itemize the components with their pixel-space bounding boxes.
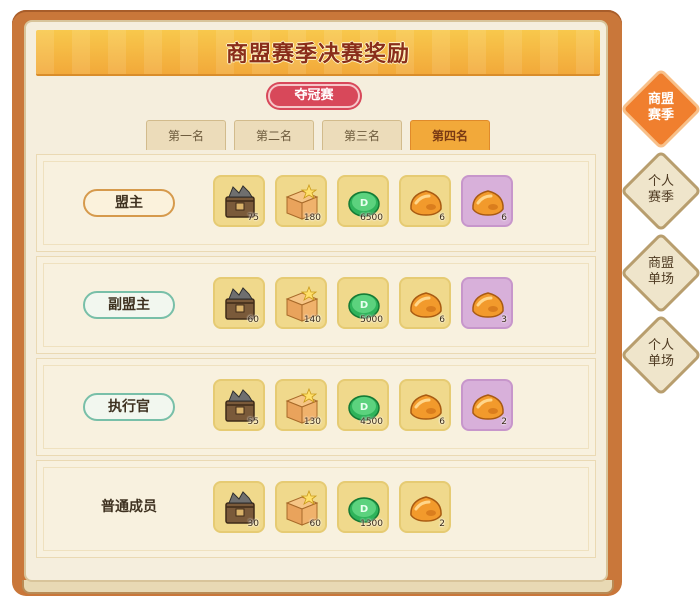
reward-row: 副盟主 60 140 D 5000 6 3 — [36, 256, 596, 354]
side-tab-alliance-season[interactable]: 商盟 赛季 — [619, 67, 700, 151]
reward-item[interactable]: 55 — [213, 379, 265, 431]
side-tab-personal-match[interactable]: 个人 单场 — [619, 313, 700, 397]
reward-quantity: 6 — [501, 213, 507, 223]
reward-quantity: 6 — [439, 417, 445, 427]
role-label: 普通成员 — [101, 499, 157, 515]
reward-item[interactable]: 2 — [461, 379, 513, 431]
reward-item[interactable]: 130 — [275, 379, 327, 431]
reward-item[interactable]: D 1300 — [337, 481, 389, 533]
reward-item[interactable]: 140 — [275, 277, 327, 329]
reward-quantity: 5000 — [360, 315, 383, 325]
svg-text:D: D — [360, 300, 368, 311]
side-tab-label-line1: 商盟 — [647, 92, 674, 107]
side-tab-label-line2: 单场 — [647, 272, 674, 287]
tab-rank-4[interactable]: 第四名 — [410, 120, 490, 150]
reward-quantity: 140 — [303, 315, 321, 325]
reward-item[interactable]: 3 — [461, 277, 513, 329]
reward-quantity: 1300 — [360, 519, 383, 529]
title-banner: 商盟赛季决赛奖励 — [36, 30, 600, 74]
reward-quantity: 75 — [247, 213, 259, 223]
svg-text:D: D — [360, 504, 368, 515]
reward-quantity: 30 — [247, 519, 259, 529]
tab-rank-2[interactable]: 第二名 — [234, 120, 314, 150]
side-tab-label-line2: 单场 — [647, 354, 674, 369]
reward-item[interactable]: 6 — [399, 277, 451, 329]
reward-item[interactable]: 60 — [213, 277, 265, 329]
reward-quantity: 130 — [303, 417, 321, 427]
reward-row: 普通成员 30 60 D 1300 2 — [36, 460, 596, 558]
reward-item[interactable]: 60 — [275, 481, 327, 533]
reward-item[interactable]: 6 — [399, 175, 451, 227]
window-frame-bottom — [22, 580, 614, 594]
side-tab-label: 个人 赛季 — [632, 174, 690, 206]
side-tab-label-line1: 个人 — [647, 338, 674, 353]
reward-item[interactable]: 30 — [213, 481, 265, 533]
side-tab-label-line1: 个人 — [647, 174, 674, 189]
reward-item[interactable]: D 5000 — [337, 277, 389, 329]
side-tab-label: 商盟 单场 — [632, 256, 690, 288]
reward-quantity: 3 — [501, 315, 507, 325]
reward-quantity: 4500 — [360, 417, 383, 427]
stage-badge: 夺冠赛 — [268, 84, 360, 108]
tab-rank-1[interactable]: 第一名 — [146, 120, 226, 150]
reward-quantity: 60 — [247, 315, 259, 325]
reward-item[interactable]: 2 — [399, 481, 451, 533]
reward-item[interactable]: 6 — [461, 175, 513, 227]
reward-quantity: 2 — [439, 519, 445, 529]
side-tab-label-line2: 赛季 — [647, 190, 674, 205]
reward-row: 执行官 55 130 D 4500 6 2 — [36, 358, 596, 456]
reward-quantity: 55 — [247, 417, 259, 427]
reward-quantity: 6 — [439, 315, 445, 325]
reward-item[interactable]: D 4500 — [337, 379, 389, 431]
reward-item[interactable]: 6 — [399, 379, 451, 431]
side-tab-label: 个人 单场 — [632, 338, 690, 370]
reward-item[interactable]: D 6500 — [337, 175, 389, 227]
page-title: 商盟赛季决赛奖励 — [225, 42, 410, 67]
side-tab-personal-season[interactable]: 个人 赛季 — [619, 149, 700, 233]
side-tab-label-line1: 商盟 — [647, 256, 674, 271]
role-label: 副盟主 — [83, 291, 175, 319]
side-tab-label-line2: 赛季 — [647, 108, 674, 123]
role-label: 执行官 — [83, 393, 175, 421]
reward-item[interactable]: 75 — [213, 175, 265, 227]
reward-row: 盟主 75 180 D 6500 6 6 — [36, 154, 596, 252]
tab-rank-3[interactable]: 第三名 — [322, 120, 402, 150]
reward-quantity: 2 — [501, 417, 507, 427]
side-tab-alliance-match[interactable]: 商盟 单场 — [619, 231, 700, 315]
reward-quantity: 180 — [303, 213, 321, 223]
reward-quantity: 6 — [439, 213, 445, 223]
reward-quantity: 60 — [309, 519, 321, 529]
svg-text:D: D — [360, 402, 368, 413]
role-label: 盟主 — [83, 189, 175, 217]
reward-quantity: 6500 — [360, 213, 383, 223]
reward-item[interactable]: 180 — [275, 175, 327, 227]
svg-text:D: D — [360, 198, 368, 209]
side-tab-label: 商盟 赛季 — [632, 92, 690, 124]
